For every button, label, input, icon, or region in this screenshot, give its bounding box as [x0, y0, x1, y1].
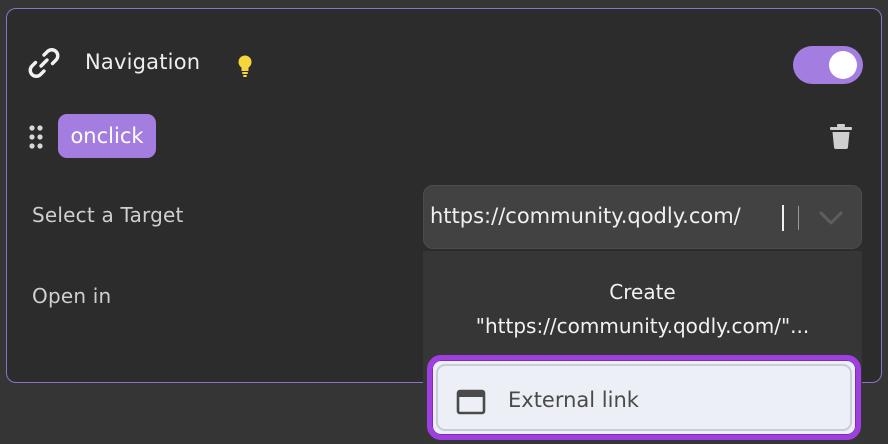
create-option[interactable]: Create "https://community.qodly.com/"...: [423, 275, 862, 343]
lightbulb-icon[interactable]: [236, 54, 254, 78]
external-link-option-body[interactable]: External link: [436, 364, 852, 431]
open-in-label: Open in: [32, 284, 112, 308]
link-icon: [28, 48, 60, 78]
section-title: Navigation: [85, 50, 201, 74]
text-caret: [782, 205, 784, 231]
navigation-toggle[interactable]: [793, 46, 863, 84]
target-select-input[interactable]: https://community.qodly.com/: [423, 185, 862, 249]
select-separator: [798, 206, 799, 230]
external-link-option[interactable]: External link: [427, 355, 861, 440]
target-input-value[interactable]: https://community.qodly.com/: [430, 204, 741, 228]
trash-icon[interactable]: [829, 123, 853, 149]
drag-handle-icon[interactable]: [28, 124, 44, 150]
window-icon: [456, 389, 486, 415]
create-option-line2: "https://community.qodly.com/"...: [475, 314, 810, 338]
event-chip[interactable]: onclick: [58, 114, 156, 158]
chevron-down-icon[interactable]: [816, 208, 846, 228]
toggle-knob: [829, 51, 857, 79]
create-option-line1: Create: [609, 280, 676, 304]
external-link-label: External link: [508, 388, 639, 412]
target-label: Select a Target: [32, 203, 184, 227]
